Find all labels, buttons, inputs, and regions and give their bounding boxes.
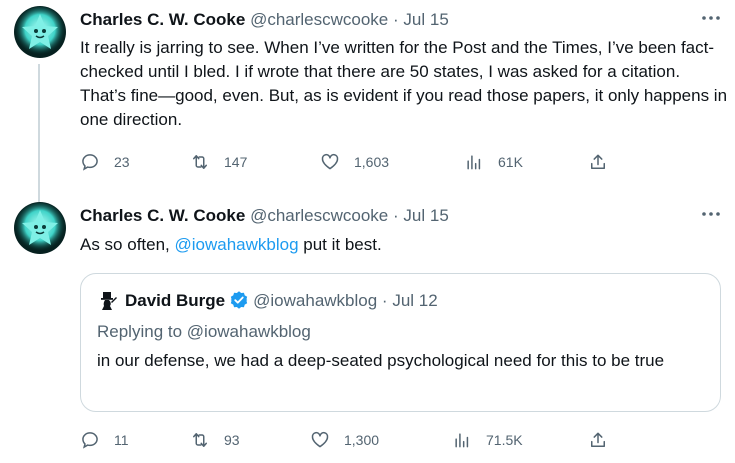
reply-icon [82,432,98,449]
verified-badge-icon [229,290,249,316]
tweet-actions: 23 147 1,603 61K [80,147,720,177]
quote-author-handle: @iowahawkblog [253,291,378,310]
like-button[interactable]: 1,300 [310,425,379,455]
heart-icon [311,431,329,448]
separator-dot: · [393,206,399,225]
quoted-tweet-card[interactable]: David Burge @iowahawkblog · Jul 12 Replyi… [80,273,721,412]
separator-dot: · [393,10,399,29]
mention-link[interactable]: @iowahawkblog [175,235,299,254]
replying-to-line: Replying to @iowahawkblog [97,320,311,344]
tweet-text: As so often, @iowahawkblog put it best. [80,233,730,257]
tweet-1[interactable]: Charles C. W. Cooke @charlescwcooke · Ju… [0,0,735,202]
share-icon [591,154,605,169]
tweet-text-before: As so often, [80,235,175,254]
star-character-icon [15,7,65,57]
star-character-icon [15,203,65,253]
bar-chart-views-icon [455,433,469,448]
share-button[interactable] [588,147,608,177]
tweet-date[interactable]: Jul 15 [403,206,448,225]
thread-connector-line [38,64,40,202]
reply-count: 11 [114,432,129,448]
repost-icon [193,155,207,169]
views-count: 71.5K [486,432,523,448]
like-count: 1,603 [354,154,390,170]
repost-button[interactable]: 93 [190,425,240,455]
author-handle[interactable]: @charlescwcooke [250,206,388,225]
heart-icon [321,153,339,170]
like-button[interactable]: 1,603 [320,147,389,177]
quote-date: Jul 12 [392,291,438,310]
repost-count: 93 [224,432,240,448]
separator-dot: · [381,291,388,310]
author-name[interactable]: Charles C. W. Cooke [80,206,245,225]
replying-to-label: Replying to [97,322,187,341]
tweet-date[interactable]: Jul 15 [403,10,448,29]
share-icon [591,432,605,447]
tweet-text-after: put it best. [298,235,382,254]
reply-icon [82,154,98,171]
like-count: 1,300 [344,432,380,448]
quote-author-avatar [97,289,119,311]
views-button[interactable]: 61K [464,147,523,177]
author-avatar[interactable] [14,202,66,254]
quote-text: in our defense, we had a deep-seated psy… [97,351,665,370]
repost-count: 147 [224,154,248,170]
share-button[interactable] [588,425,608,455]
more-options-icon[interactable] [699,8,723,28]
author-name[interactable]: Charles C. W. Cooke [80,10,245,29]
author-handle[interactable]: @charlescwcooke [250,10,388,29]
reply-button[interactable]: 11 [80,425,129,455]
replying-to-handle[interactable]: @iowahawkblog [187,322,311,341]
quote-author-name: David Burge [125,291,226,310]
author-avatar[interactable] [14,6,66,58]
reply-button[interactable]: 23 [80,147,130,177]
quote-header: David Burge @iowahawkblog · Jul 12 [97,289,438,316]
repost-icon [193,433,207,447]
tweet-header: Charles C. W. Cooke @charlescwcooke · Ju… [80,205,449,227]
tweet-text: It really is jarring to see. When I’ve w… [80,38,728,129]
tweet-header: Charles C. W. Cooke @charlescwcooke · Ju… [80,9,449,31]
repost-button[interactable]: 147 [190,147,247,177]
tweet-2[interactable]: Charles C. W. Cooke @charlescwcooke · Ju… [0,196,735,463]
bar-chart-views-icon [467,155,481,170]
more-options-icon[interactable] [699,204,723,224]
top-hat-silhouette-icon [101,292,117,310]
tweet-actions: 11 93 1,300 71.5K [80,425,720,455]
views-count: 61K [498,154,523,170]
views-button[interactable]: 71.5K [452,425,523,455]
reply-count: 23 [114,154,130,170]
